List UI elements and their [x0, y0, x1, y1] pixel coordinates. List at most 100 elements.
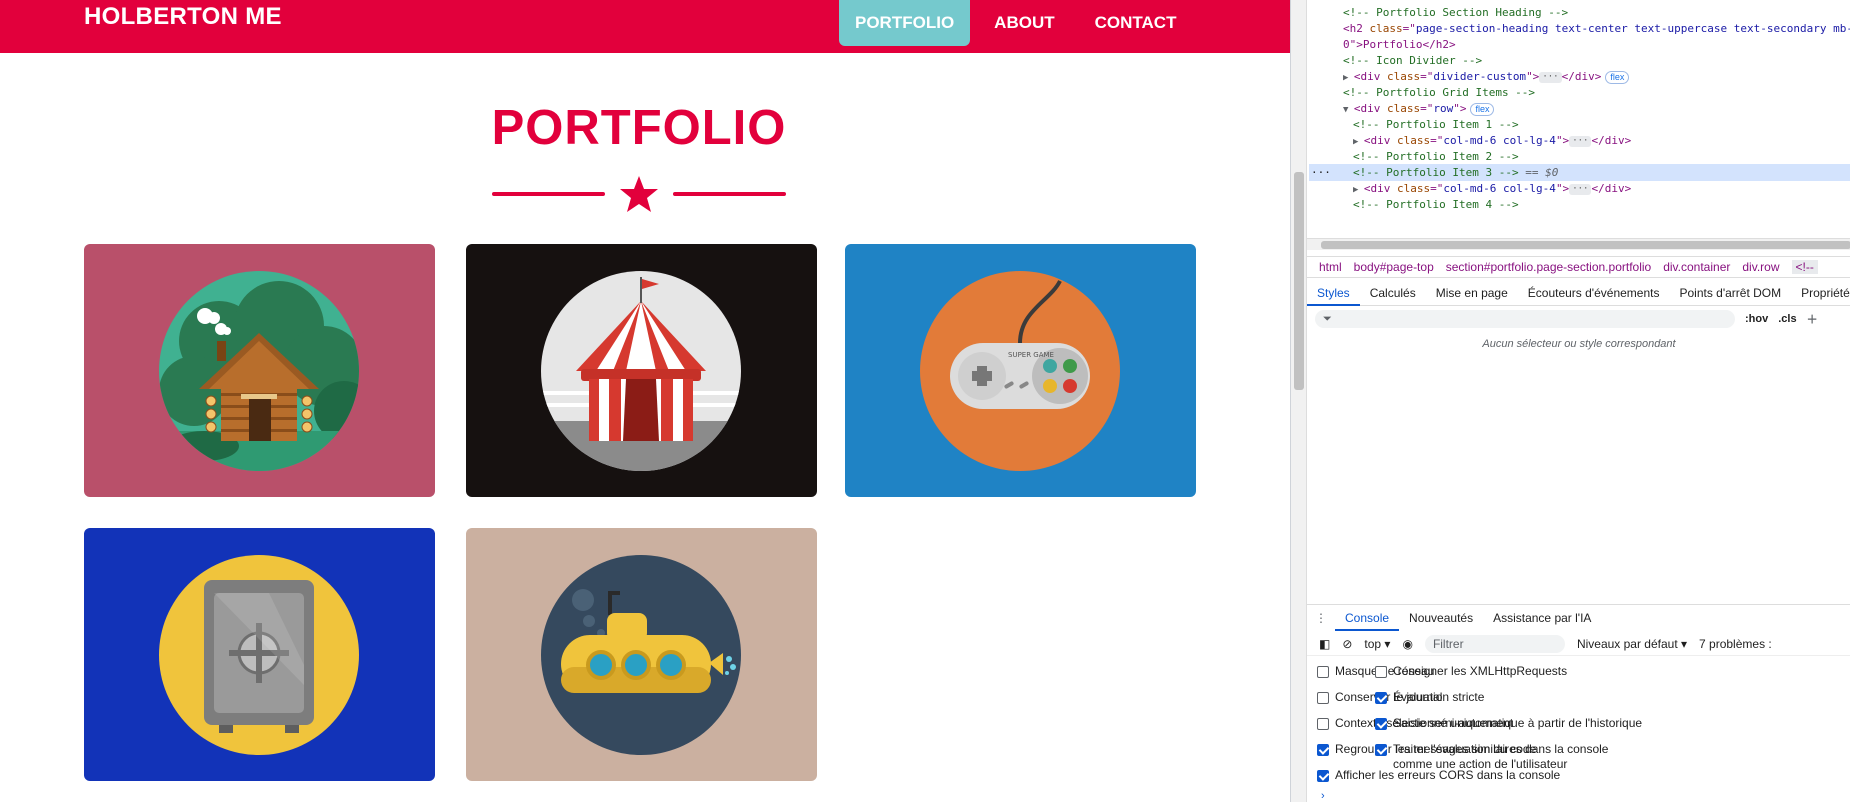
context-value: top: [1364, 636, 1382, 651]
styles-filter-input[interactable]: ⏷: [1315, 310, 1735, 328]
context-select[interactable]: top ▾: [1364, 637, 1390, 651]
portfolio-item-game-controller[interactable]: SUPER GAME: [845, 244, 1196, 497]
hov-toggle[interactable]: :hov: [1745, 313, 1768, 325]
breadcrumb-item[interactable]: html: [1319, 260, 1342, 274]
tab-whats-new[interactable]: Nouveautés: [1399, 605, 1483, 631]
console-filter-input[interactable]: Filtrer: [1424, 634, 1565, 653]
game-controller-icon: SUPER GAME: [920, 271, 1120, 471]
checkbox[interactable]: [1317, 692, 1329, 704]
brand-logo[interactable]: HOLBERTON ME: [84, 3, 282, 31]
drawer-tabs: ⋮ Console Nouveautés Assistance par l'IA: [1307, 604, 1850, 631]
safe-icon: [159, 555, 359, 755]
icon-divider: [492, 175, 786, 215]
elements-tree: <!-- Portfolio Section Heading --> <h2 cl…: [1309, 0, 1850, 240]
tab-layout[interactable]: Mise en page: [1426, 280, 1518, 306]
clear-console-icon[interactable]: ⊘: [1342, 637, 1352, 651]
flex-badge: flex: [1605, 70, 1630, 84]
flex-badge: flex: [1470, 102, 1495, 116]
styles-filter-bar: ⏷ :hov .cls ＋: [1307, 308, 1850, 330]
dom-node-line[interactable]: <h2 class="page-section-heading text-cen…: [1309, 20, 1850, 37]
dom-node-line[interactable]: <!-- Portfolio Section Heading -->: [1309, 4, 1850, 21]
tab-computed[interactable]: Calculés: [1360, 280, 1426, 306]
nav-link-contact[interactable]: CONTACT: [1079, 0, 1193, 46]
checkbox[interactable]: [1317, 770, 1329, 782]
dom-node-line[interactable]: <!-- Portfolio Item 3 --> == $0 ···: [1309, 164, 1850, 181]
drawer-menu-icon[interactable]: ⋮: [1307, 611, 1335, 625]
tab-dom-breakpoints[interactable]: Points d'arrêt DOM: [1669, 280, 1791, 306]
collapsed-content-icon: ···: [1539, 71, 1562, 83]
checkbox[interactable]: [1375, 718, 1387, 730]
cabin-icon: [159, 271, 359, 471]
dom-node-line[interactable]: 0">Portfolio</h2>: [1309, 36, 1850, 53]
dom-node-line[interactable]: <!-- Icon Divider -->: [1309, 52, 1850, 69]
console-option[interactable]: Saisie semi-automatique à partir de l'hi…: [1375, 716, 1642, 734]
console-toolbar: ◧ ⊘ top ▾ ◉ Filtrer Niveaux par défaut ▾…: [1307, 632, 1850, 656]
checkbox[interactable]: [1375, 744, 1387, 756]
console-filter-placeholder: Filtrer: [1432, 636, 1464, 651]
portfolio-item-safe[interactable]: [84, 528, 435, 781]
collapsed-content-icon: ···: [1569, 183, 1592, 195]
navbar: HOLBERTON ME PORTFOLIO ABOUT CONTACT: [0, 0, 1290, 53]
circus-tent-icon: [541, 271, 741, 471]
nav-link-about[interactable]: ABOUT: [978, 0, 1070, 46]
breadcrumb-item[interactable]: section#portfolio.page-section.portfolio: [1446, 260, 1651, 274]
styles-tabs: Styles Calculés Mise en page Écouteurs d…: [1307, 280, 1850, 306]
cls-toggle[interactable]: .cls: [1778, 313, 1796, 325]
elements-hscroll-thumb[interactable]: [1321, 241, 1850, 249]
breadcrumb-item[interactable]: div.row: [1742, 260, 1779, 274]
checkbox[interactable]: [1317, 666, 1329, 678]
filter-icon: ⏷: [1323, 312, 1332, 325]
breadcrumb-item[interactable]: div.container: [1663, 260, 1730, 274]
log-levels-value: Niveaux par défaut: [1576, 636, 1678, 651]
checkbox[interactable]: [1317, 718, 1329, 730]
console-prompt[interactable]: ›: [1321, 790, 1325, 802]
tab-properties[interactable]: Propriétés: [1791, 280, 1850, 306]
page-scrollbar-thumb[interactable]: [1294, 172, 1304, 390]
website-viewport: HOLBERTON ME PORTFOLIO ABOUT CONTACT POR…: [0, 0, 1290, 802]
log-levels-select[interactable]: Niveaux par défaut ▾: [1577, 637, 1687, 651]
dom-node-line[interactable]: ▼ <div class="row"> flex: [1309, 100, 1850, 117]
dom-node-line[interactable]: <!-- Portfolio Grid Items -->: [1309, 84, 1850, 101]
page-scrollbar[interactable]: [1291, 0, 1307, 802]
collapsed-triangle-icon: ▶: [1353, 137, 1364, 147]
tab-console[interactable]: Console: [1335, 605, 1400, 631]
submarine-icon: [541, 555, 741, 755]
console-option[interactable]: Traiter l'évaluation du code comme une a…: [1375, 742, 1568, 771]
live-expression-icon[interactable]: ◉: [1402, 637, 1412, 651]
tab-event-listeners[interactable]: Écouteurs d'événements: [1518, 280, 1670, 306]
console-option[interactable]: Consigner les XMLHttpRequests: [1375, 664, 1567, 682]
portfolio-item-submarine[interactable]: [466, 528, 817, 781]
collapsed-triangle-icon: ▶: [1353, 185, 1364, 195]
tab-ai-assistance[interactable]: Assistance par l'IA: [1483, 605, 1601, 631]
devtools-panel: <!-- Portfolio Section Heading --> <h2 cl…: [1290, 0, 1850, 802]
dom-node-line[interactable]: ▶ <div class="col-md-6 col-lg-4"> ··· </di…: [1309, 180, 1850, 197]
divider-line-right: [673, 192, 786, 196]
nav-menu: PORTFOLIO ABOUT CONTACT: [839, 0, 1200, 46]
tab-styles[interactable]: Styles: [1307, 280, 1360, 306]
breadcrumb-item[interactable]: body#page-top: [1354, 260, 1434, 274]
dom-node-line[interactable]: ▶ <div class="col-md-6 col-lg-4"> ··· </di…: [1309, 132, 1850, 149]
elements-horizontal-scrollbar[interactable]: [1307, 238, 1850, 250]
add-rule-icon[interactable]: ＋: [1807, 311, 1818, 327]
checkbox[interactable]: [1317, 744, 1329, 756]
dom-node-line[interactable]: <!-- Portfolio Item 2 -->: [1309, 148, 1850, 165]
dom-breadcrumb: html body#page-top section#portfolio.page-…: [1307, 256, 1850, 278]
console-option-label: Saisie semi-automatique à partir de l'hi…: [1393, 716, 1643, 730]
console-option-label: Consigner les XMLHttpRequests: [1393, 664, 1568, 678]
sidebar-toggle-icon[interactable]: ◧: [1319, 637, 1330, 651]
no-matching-styles: Aucun sélecteur ou style correspondant: [1482, 338, 1676, 350]
console-option-label: Évaluation stricte: [1393, 690, 1485, 704]
nav-link-portfolio[interactable]: PORTFOLIO: [839, 0, 971, 46]
dom-node-line[interactable]: ▶ <div class="divider-custom"> ··· </div> f…: [1309, 68, 1850, 85]
dom-node-line[interactable]: <!-- Portfolio Item 1 -->: [1309, 116, 1850, 133]
console-option[interactable]: Évaluation stricte: [1375, 690, 1484, 708]
divider-line-left: [492, 192, 605, 196]
issues-counter[interactable]: 7 problèmes :: [1699, 637, 1772, 651]
node-actions-icon: ···: [1311, 166, 1331, 179]
portfolio-item-cabin[interactable]: [84, 244, 435, 497]
breadcrumb-item[interactable]: <!--: [1791, 260, 1818, 274]
checkbox[interactable]: [1375, 692, 1387, 704]
portfolio-item-circus-tent[interactable]: [466, 244, 817, 497]
dom-node-line[interactable]: <!-- Portfolio Item 4 -->: [1309, 196, 1850, 213]
checkbox[interactable]: [1375, 666, 1387, 678]
